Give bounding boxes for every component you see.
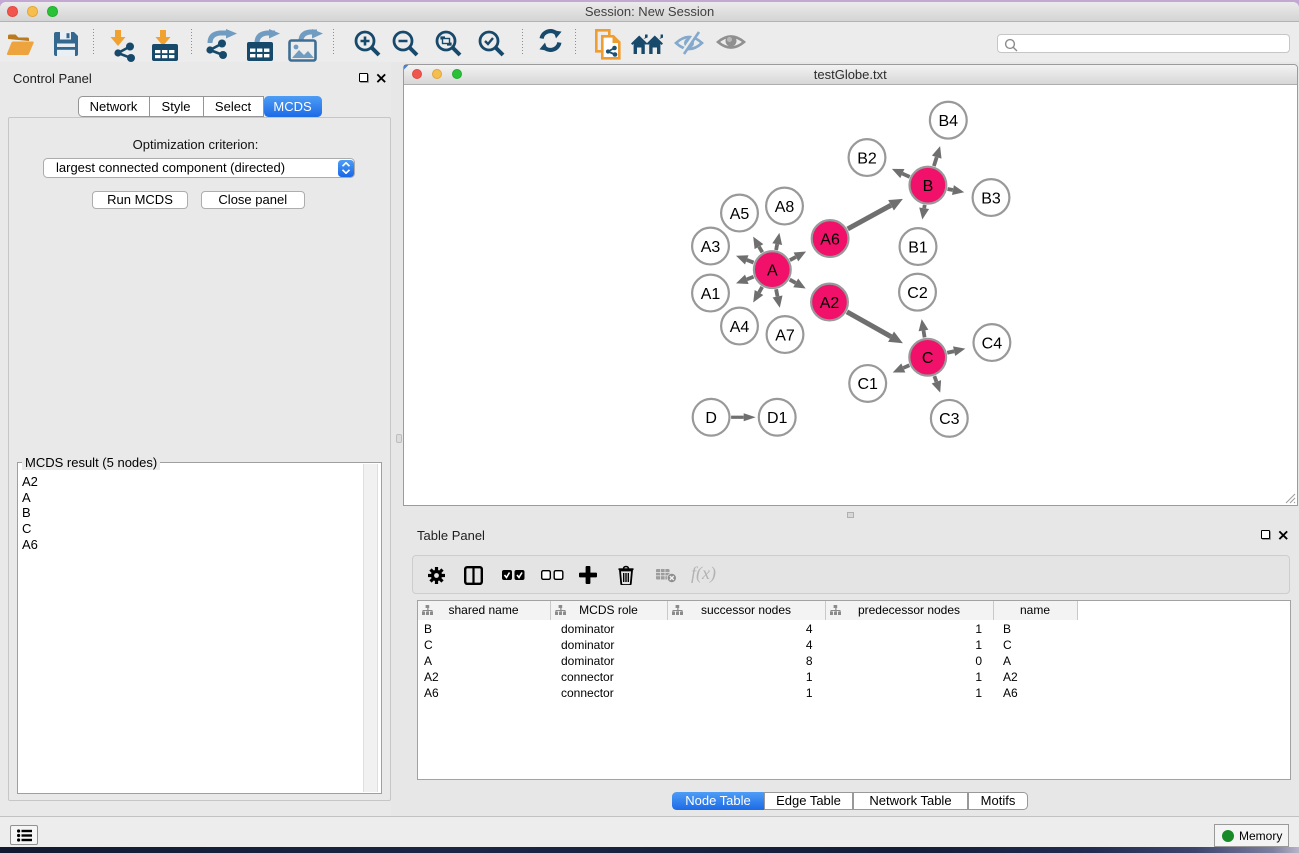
svg-text:C2: C2 [907,284,928,301]
svg-text:A2: A2 [820,294,840,311]
svg-text:D1: D1 [767,410,788,427]
svg-text:A1: A1 [701,285,721,302]
svg-text:A8: A8 [775,198,795,215]
svg-text:A: A [767,262,778,279]
svg-text:A4: A4 [730,318,750,335]
svg-text:B2: B2 [857,150,877,167]
svg-text:A3: A3 [701,238,721,255]
svg-text:C: C [922,350,934,367]
svg-text:C4: C4 [982,335,1003,352]
svg-text:C3: C3 [939,411,960,428]
svg-text:D: D [705,410,717,427]
svg-text:B: B [923,177,934,194]
svg-text:B1: B1 [908,239,928,256]
svg-text:A5: A5 [730,205,750,222]
svg-text:A7: A7 [775,327,795,344]
svg-text:C1: C1 [857,376,878,393]
svg-text:A6: A6 [820,231,840,248]
svg-text:B4: B4 [939,112,959,129]
svg-text:B3: B3 [981,190,1001,207]
